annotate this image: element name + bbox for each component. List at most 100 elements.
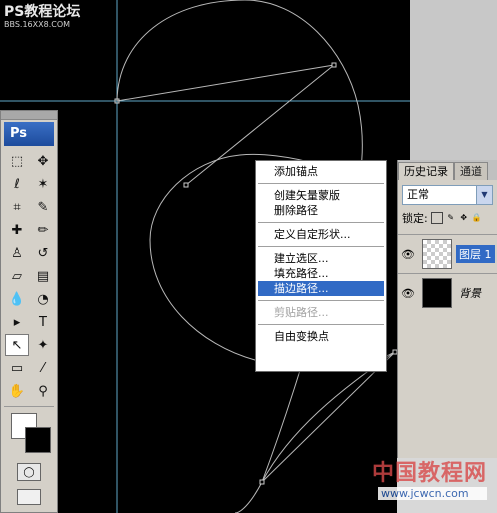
eyedropper-icon: ⁄ — [41, 360, 45, 376]
slice-tool[interactable]: ✎ — [31, 196, 55, 218]
path-selection-icon: ▸ — [13, 314, 21, 330]
notes-icon: ▭ — [10, 360, 24, 376]
shape-icon: ✦ — [37, 337, 49, 353]
tab-channels[interactable]: 通道 — [454, 162, 488, 180]
screen-mode-button[interactable] — [17, 489, 41, 505]
crop-icon: ⌗ — [13, 199, 21, 215]
path-selection-tool[interactable]: ▸ — [5, 311, 29, 333]
photoshop-logo[interactable]: Ps — [4, 122, 54, 146]
menu-item[interactable]: 创建矢量蒙版 — [256, 188, 386, 203]
healing-brush-tool[interactable]: ✚ — [5, 219, 29, 241]
anchor-point — [331, 62, 337, 68]
direct-selection-icon: ↖ — [11, 337, 23, 353]
notes-tool[interactable]: ▭ — [5, 357, 29, 379]
blend-mode-value: 正常 — [407, 188, 429, 201]
blend-mode-select[interactable]: 正常 ▼ — [402, 185, 493, 205]
magic-wand-icon: ✶ — [37, 176, 49, 192]
tool-grid: ⬚ ✥ ℓ ✶ ⌗ ✎ ✚ ✏ ♙ ↺ ▱ ▤ 💧 ◔ ▸ T ↖ ✦ ▭ ⁄ ✋ ⚲ — [1, 148, 57, 404]
menu-item: 剪贴路径... — [274, 306, 329, 319]
clone-stamp-icon: ♙ — [11, 245, 23, 261]
pasteboard-area — [410, 0, 497, 160]
menu-separator — [258, 246, 384, 247]
menu-item[interactable]: 建立选区... — [256, 251, 386, 266]
menu-item[interactable]: 定义自定形状... — [256, 227, 386, 242]
lasso-icon: ℓ — [14, 176, 20, 192]
eraser-icon: ▱ — [12, 268, 22, 284]
move-tool[interactable]: ✥ — [31, 150, 55, 172]
menu-separator — [258, 222, 384, 223]
shape-tool[interactable]: ✦ — [31, 334, 55, 356]
dodge-icon: ◔ — [37, 291, 49, 307]
lock-row: 锁定: ✎ ✥ 🔒 — [402, 210, 493, 226]
type-icon: T — [39, 314, 47, 330]
magic-wand-tool[interactable]: ✶ — [31, 173, 55, 195]
menu-separator — [258, 324, 384, 325]
panel-tabs: 历史记录 通道 — [398, 160, 497, 180]
gradient-icon: ▤ — [36, 268, 50, 284]
menu-item[interactable]: 描边路径... — [258, 281, 384, 296]
layers-panel: 历史记录 通道 正常 ▼ 锁定: ✎ ✥ 🔒 👁 图层 1 👁 背景 — [397, 160, 497, 458]
menu-item[interactable]: 删除路径 — [256, 203, 386, 218]
layer-name[interactable]: 背景 — [456, 284, 484, 302]
lasso-tool[interactable]: ℓ — [5, 173, 29, 195]
lock-all-icon[interactable]: 🔒 — [472, 213, 482, 223]
brush-tool[interactable]: ✏ — [31, 219, 55, 241]
clone-stamp-tool[interactable]: ♙ — [5, 242, 29, 264]
toolbox-divider — [4, 406, 54, 407]
quick-mask-icon: ◯ — [23, 466, 35, 478]
color-swatches — [5, 411, 53, 457]
marquee-icon: ⬚ — [10, 153, 24, 169]
tab-history[interactable]: 历史记录 — [398, 162, 454, 180]
type-tool[interactable]: T — [31, 311, 55, 333]
site-watermark-url: www.jcwcn.com — [378, 487, 488, 500]
menu-separator — [258, 183, 384, 184]
hand-tool[interactable]: ✋ — [5, 380, 29, 402]
hand-icon: ✋ — [8, 383, 26, 399]
history-brush-tool[interactable]: ↺ — [31, 242, 55, 264]
toolbox-grip[interactable] — [1, 111, 57, 120]
menu-separator — [258, 300, 384, 301]
eye-icon[interactable]: 👁 — [398, 287, 418, 300]
path-context-menu: 添加锚点创建矢量蒙版 删除路径定义自定形状... 建立选区... 填充路径... 描边路… — [255, 160, 387, 372]
eyedropper-tool[interactable]: ⁄ — [31, 357, 55, 379]
eraser-tool[interactable]: ▱ — [5, 265, 29, 287]
blur-tool[interactable]: 💧 — [5, 288, 29, 310]
move-icon: ✥ — [37, 153, 49, 169]
zoom-icon: ⚲ — [38, 383, 48, 399]
menu-item[interactable]: 填充路径... — [256, 266, 386, 281]
lock-position-icon[interactable]: ✥ — [459, 213, 469, 223]
layer-thumbnail — [422, 239, 452, 269]
direct-selection-tool[interactable]: ↖ — [5, 334, 29, 356]
slice-icon: ✎ — [37, 199, 49, 215]
layer-row[interactable]: 👁 图层 1 — [398, 234, 497, 273]
brush-icon: ✏ — [37, 222, 49, 238]
menu-item[interactable]: 添加锚点 — [256, 164, 386, 179]
zoom-tool[interactable]: ⚲ — [31, 380, 55, 402]
direction-line — [116, 64, 335, 102]
marquee-tool[interactable]: ⬚ — [5, 150, 29, 172]
lock-label: 锁定: — [402, 212, 428, 225]
blur-icon: 💧 — [8, 291, 26, 307]
gradient-tool[interactable]: ▤ — [31, 265, 55, 287]
anchor-point — [259, 479, 265, 485]
background-color-swatch[interactable] — [25, 427, 51, 453]
watermark-subtitle: BBS.16XX8.COM — [4, 20, 71, 29]
chevron-down-icon: ▼ — [476, 186, 492, 204]
history-brush-icon: ↺ — [37, 245, 49, 261]
eye-icon[interactable]: 👁 — [398, 248, 418, 261]
layer-name[interactable]: 图层 1 — [456, 245, 495, 263]
watermark-title: PS教程论坛 — [4, 4, 81, 20]
quick-mask-button[interactable]: ◯ — [17, 463, 41, 481]
lock-transparency-icon[interactable] — [430, 212, 443, 224]
layers-list: 👁 图层 1 👁 背景 — [398, 234, 497, 312]
site-watermark-cn: 中国教程网 — [372, 461, 488, 486]
tools-panel: Ps ⬚ ✥ ℓ ✶ ⌗ ✎ ✚ ✏ ♙ ↺ ▱ ▤ 💧 ◔ ▸ T ↖ ✦ ▭ ⁄ ✋ ⚲ ◯ — [0, 110, 58, 513]
menu-item[interactable]: 自由变换点 — [256, 329, 386, 344]
forum-watermark: PS教程论坛 BBS.16XX8.COM — [4, 4, 80, 29]
layer-thumbnail — [422, 278, 452, 308]
healing-brush-icon: ✚ — [11, 222, 23, 238]
dodge-tool[interactable]: ◔ — [31, 288, 55, 310]
layer-row[interactable]: 👁 背景 — [398, 273, 497, 312]
lock-paint-icon[interactable]: ✎ — [446, 213, 456, 223]
crop-tool[interactable]: ⌗ — [5, 196, 29, 218]
